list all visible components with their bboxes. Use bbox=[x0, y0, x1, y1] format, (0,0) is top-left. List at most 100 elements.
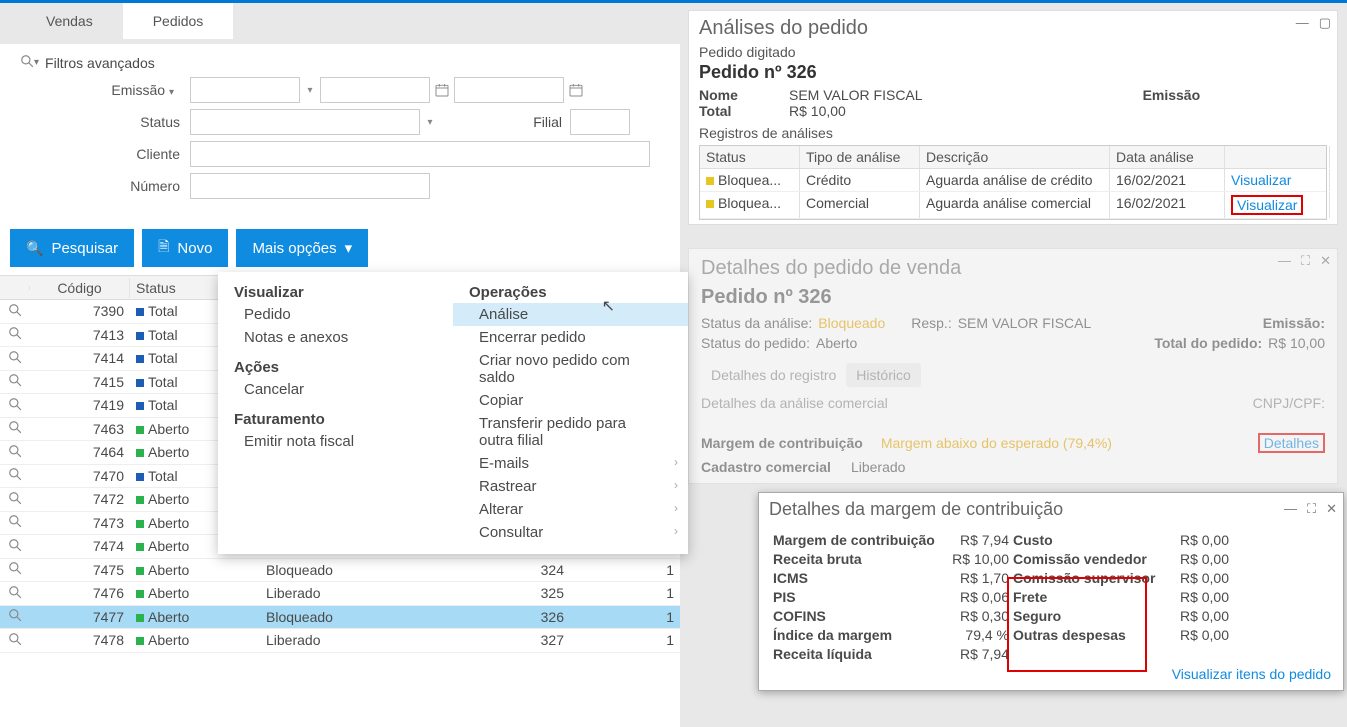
chevron-right-icon: › bbox=[674, 524, 678, 538]
chevron-down-icon[interactable]: ▾ bbox=[34, 57, 39, 68]
chevron-down-icon[interactable]: ▾ bbox=[300, 85, 320, 96]
search-icon[interactable] bbox=[20, 54, 34, 71]
menu-alterar[interactable]: Alterar› bbox=[453, 498, 688, 521]
minimize-icon[interactable]: — bbox=[1296, 15, 1309, 31]
filtros-avancados-label[interactable]: Filtros avançados bbox=[45, 55, 155, 71]
menu-copiar[interactable]: Copiar bbox=[453, 389, 688, 412]
margin-right-label bbox=[1013, 646, 1163, 662]
row-search-icon[interactable] bbox=[0, 419, 30, 438]
table-row[interactable]: Bloquea... Crédito Aguarda análise de cr… bbox=[700, 169, 1326, 192]
calendar-icon[interactable] bbox=[564, 82, 588, 98]
menu-emails[interactable]: E-mails› bbox=[453, 452, 688, 475]
margin-left-label: PIS bbox=[773, 589, 943, 605]
visualizar-link[interactable]: Visualizar bbox=[1231, 172, 1291, 188]
emissao-date-from[interactable] bbox=[320, 77, 430, 103]
row-search-icon[interactable] bbox=[0, 560, 30, 579]
col-desc: Descrição bbox=[920, 146, 1110, 168]
analises-title: Análises do pedido bbox=[699, 17, 1327, 40]
row-search-icon[interactable] bbox=[0, 584, 30, 603]
cell-status: Aberto bbox=[130, 584, 260, 602]
cliente-input[interactable] bbox=[190, 141, 650, 167]
menu-notas[interactable]: Notas e anexos bbox=[218, 326, 453, 349]
cell-status: Aberto bbox=[130, 561, 260, 579]
detalhes-button[interactable]: Detalhes bbox=[1258, 433, 1325, 453]
margin-right-value: R$ 0,00 bbox=[1163, 551, 1233, 567]
minimize-icon[interactable]: — bbox=[1284, 501, 1297, 517]
menu-consultar[interactable]: Consultar› bbox=[453, 521, 688, 544]
cell-analise: Bloqueado bbox=[260, 608, 470, 626]
registros-label: Registros de análises bbox=[699, 125, 1327, 141]
row-search-icon[interactable] bbox=[0, 302, 30, 321]
table-row[interactable]: 7475 Aberto Bloqueado 324 1 bbox=[0, 559, 680, 583]
row-search-icon[interactable] bbox=[0, 631, 30, 650]
row-search-icon[interactable] bbox=[0, 466, 30, 485]
visualizar-itens-link[interactable]: Visualizar itens do pedido bbox=[1172, 666, 1331, 682]
maximize-icon[interactable]: ⛶ bbox=[1301, 253, 1310, 269]
margin-right-value: R$ 0,00 bbox=[1163, 627, 1233, 643]
emissao-date-to[interactable] bbox=[454, 77, 564, 103]
col-codigo[interactable]: Código bbox=[30, 278, 130, 298]
menu-transferir[interactable]: Transferir pedido para outra filial bbox=[453, 412, 688, 452]
status-dot bbox=[136, 614, 144, 622]
menu-pedido[interactable]: Pedido bbox=[218, 303, 453, 326]
status-dropdown[interactable] bbox=[190, 109, 420, 135]
row-search-icon[interactable] bbox=[0, 372, 30, 391]
row-search-icon[interactable] bbox=[0, 607, 30, 626]
minimize-icon[interactable]: — bbox=[1278, 253, 1291, 269]
tab-detalhes-registro[interactable]: Detalhes do registro bbox=[701, 363, 846, 387]
close-icon[interactable]: ✕ bbox=[1326, 501, 1337, 517]
chevron-down-icon[interactable]: ▾ bbox=[420, 117, 440, 128]
row-search-icon[interactable] bbox=[0, 325, 30, 344]
margem-title: Detalhes da margem de contribuição bbox=[759, 493, 1343, 526]
numero-input[interactable] bbox=[190, 173, 430, 199]
mais-opcoes-button[interactable]: Mais opções ▾ bbox=[236, 229, 368, 267]
row-search-icon[interactable] bbox=[0, 443, 30, 462]
row-search-icon[interactable] bbox=[0, 537, 30, 556]
status-dot bbox=[136, 355, 144, 363]
novo-button[interactable]: 🗎Novo bbox=[142, 229, 228, 267]
cell-codigo: 7464 bbox=[30, 443, 130, 461]
tab-pedidos[interactable]: Pedidos bbox=[123, 3, 234, 39]
pesquisar-button[interactable]: 🔍Pesquisar bbox=[10, 229, 134, 267]
det-comercial-label: Detalhes da análise comercial bbox=[701, 395, 888, 411]
row-search-icon[interactable] bbox=[0, 513, 30, 532]
menu-hdr-visualizar: Visualizar bbox=[218, 280, 453, 303]
cell-codigo: 7415 bbox=[30, 373, 130, 391]
menu-emitir-nf[interactable]: Emitir nota fiscal bbox=[218, 430, 453, 453]
margin-left-label: ICMS bbox=[773, 570, 943, 586]
menu-criar-saldo[interactable]: Criar novo pedido com saldo bbox=[453, 349, 688, 389]
cell-analise: Liberado bbox=[260, 631, 470, 649]
margin-left-value: R$ 0,30 bbox=[943, 608, 1013, 624]
row-search-icon[interactable] bbox=[0, 490, 30, 509]
menu-analise[interactable]: Análise bbox=[453, 303, 688, 326]
tab-historico[interactable]: Histórico bbox=[846, 363, 920, 387]
detalhes-panel: — ⛶ ✕ Detalhes do pedido de venda Pedido… bbox=[688, 248, 1338, 484]
menu-encerrar[interactable]: Encerrar pedido bbox=[453, 326, 688, 349]
status-dot bbox=[136, 543, 144, 551]
row-search-icon[interactable] bbox=[0, 396, 30, 415]
margin-right-label: Comissão supervisor bbox=[1013, 570, 1163, 586]
table-row[interactable]: Bloquea... Comercial Aguarda análise com… bbox=[700, 192, 1326, 219]
cliente-label: Cliente bbox=[20, 146, 190, 162]
emissao-label: Emissão bbox=[111, 82, 165, 98]
table-row[interactable]: 7477 Aberto Bloqueado 326 1 bbox=[0, 606, 680, 630]
margin-left-value: R$ 1,70 bbox=[943, 570, 1013, 586]
close-icon[interactable]: ✕ bbox=[1320, 253, 1331, 269]
tab-vendas[interactable]: Vendas bbox=[16, 3, 123, 39]
emissao-dropdown[interactable] bbox=[190, 77, 300, 103]
calendar-icon[interactable] bbox=[430, 82, 454, 98]
menu-cancelar[interactable]: Cancelar bbox=[218, 378, 453, 401]
cell-num: 327 bbox=[470, 631, 570, 649]
status-label: Status bbox=[20, 114, 190, 130]
chevron-down-icon[interactable]: ▾ bbox=[169, 87, 174, 98]
table-row[interactable]: 7478 Aberto Liberado 327 1 bbox=[0, 629, 680, 653]
cadastro-value: Liberado bbox=[851, 459, 906, 475]
margin-left-label: Receita líquida bbox=[773, 646, 943, 662]
table-row[interactable]: 7476 Aberto Liberado 325 1 bbox=[0, 582, 680, 606]
filial-input[interactable] bbox=[570, 109, 630, 135]
maximize-icon[interactable]: ⛶ bbox=[1307, 501, 1316, 517]
menu-rastrear[interactable]: Rastrear› bbox=[453, 475, 688, 498]
row-search-icon[interactable] bbox=[0, 349, 30, 368]
maximize-icon[interactable]: ▢ bbox=[1319, 15, 1331, 31]
visualizar-link[interactable]: Visualizar bbox=[1231, 195, 1303, 215]
